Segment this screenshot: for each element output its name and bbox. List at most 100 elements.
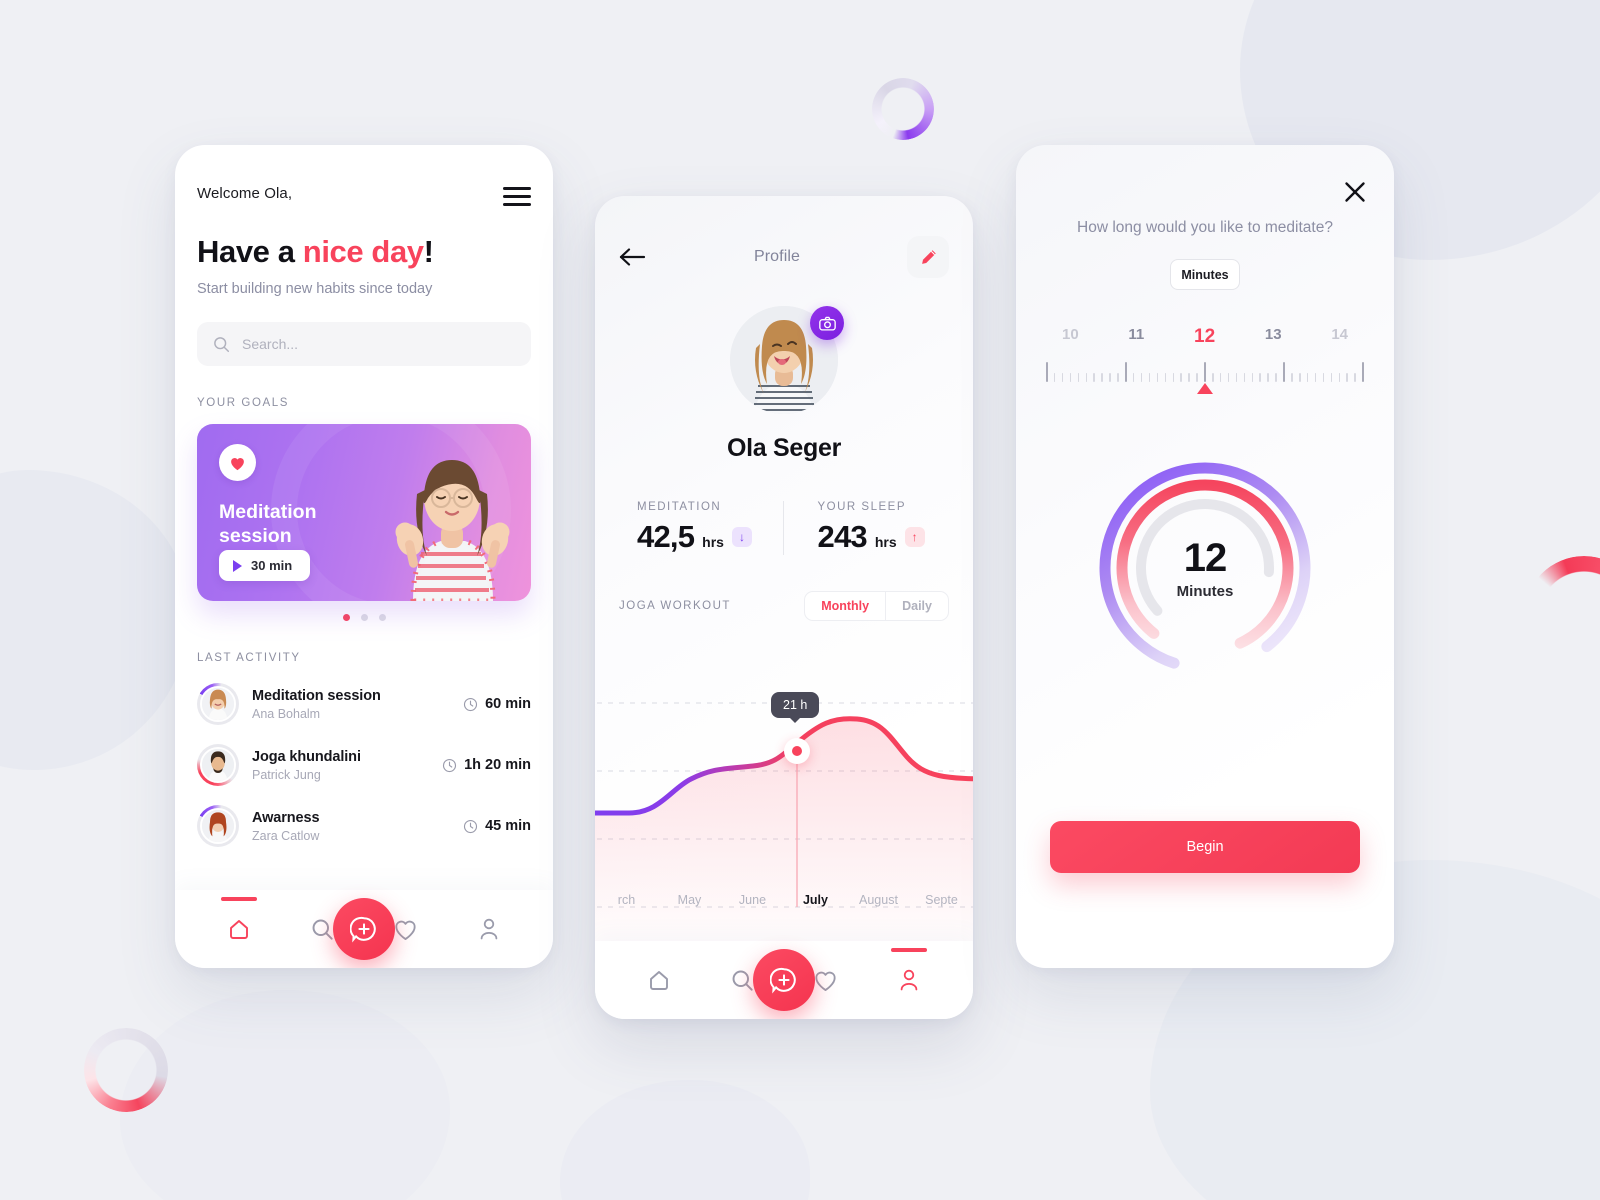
pencil-icon (921, 249, 936, 264)
avatar-photo (200, 686, 236, 722)
ruler-tick (1227, 373, 1230, 382)
ruler-tick (1196, 373, 1198, 382)
avatar-photo (200, 747, 236, 783)
add-button[interactable] (333, 898, 395, 960)
activity-duration: 60 min (463, 696, 531, 712)
period-toggle[interactable]: Monthly Daily (804, 591, 949, 621)
trend-down-icon: ↓ (731, 527, 752, 547)
ruler-number-11[interactable]: 11 (1128, 326, 1144, 348)
timer-unit: Minutes (1176, 583, 1234, 600)
ruler-tick (1259, 373, 1261, 382)
period-monthly[interactable]: Monthly (805, 592, 885, 620)
phone-screen-timer: How long would you like to meditate? Min… (1016, 145, 1394, 968)
page-title: Have a nice day! (197, 234, 531, 270)
edit-profile-button[interactable] (907, 236, 949, 278)
heart-icon (395, 920, 416, 940)
timer-value: 12 (1183, 536, 1227, 580)
list-item-text: Awarness Zara Catlow (252, 810, 463, 843)
headline-plain: Have a (197, 234, 303, 269)
carousel-dot[interactable] (378, 614, 386, 621)
ruler-tick (1046, 362, 1048, 382)
axis-label-march: rch (617, 893, 636, 907)
ruler-tick (1061, 373, 1064, 382)
list-item[interactable]: Joga khundalini Patrick Jung 1h 20 min (197, 744, 531, 786)
search-input[interactable]: Search... (197, 322, 531, 366)
background-blob (0, 470, 190, 770)
user-name: Ola Seger (726, 434, 842, 462)
ruler-tick (1109, 373, 1111, 382)
ruler-tick (1148, 373, 1151, 382)
nav-item-home[interactable] (216, 897, 262, 952)
search-icon (732, 970, 753, 991)
page-title: Profile (753, 248, 801, 265)
activity-name: Awarness (252, 809, 320, 826)
decorative-ring-red (84, 1028, 168, 1112)
list-item-text: Joga khundalini Patrick Jung (252, 749, 442, 782)
home-icon (229, 920, 248, 939)
ruler-tick (1204, 362, 1206, 382)
ruler-tick (1053, 373, 1056, 382)
decorative-ring-purple (872, 78, 934, 140)
stat-label: MEDITATION (637, 501, 722, 513)
ruler-ticks (1046, 358, 1364, 382)
goal-title-line2: session (219, 524, 292, 547)
avatar-photo (200, 808, 236, 844)
data-point-dot (792, 746, 802, 756)
menu-icon[interactable] (503, 185, 531, 206)
change-photo-button[interactable] (810, 306, 844, 340)
ruler-tick (1219, 373, 1222, 382)
carousel-dot[interactable] (342, 614, 350, 621)
stat-value-row: 243 hrs ↑ (818, 519, 964, 555)
carousel-dots[interactable] (197, 614, 531, 621)
back-arrow-icon[interactable] (619, 247, 647, 267)
stat-unit: hrs (874, 534, 897, 550)
ruler-number-10[interactable]: 10 (1062, 326, 1079, 348)
timer-question: How long would you like to meditate? (1077, 219, 1333, 236)
home-header: Welcome Ola, (197, 185, 531, 206)
goal-duration-button[interactable]: 30 min (219, 550, 311, 581)
ruler-number-13[interactable]: 13 (1265, 326, 1282, 348)
nav-item-home[interactable] (636, 957, 682, 1003)
goal-duration-label: 30 min (251, 558, 293, 573)
page-subtitle: Start building new habits since today (197, 281, 433, 297)
unit-button-minutes[interactable]: Minutes (1170, 259, 1240, 290)
meditating-person-illustration (395, 460, 510, 601)
ruler-tick (1354, 373, 1356, 382)
ruler-number-12-selected[interactable]: 12 (1194, 326, 1215, 348)
close-icon[interactable] (1344, 181, 1366, 203)
headline-end: ! (423, 234, 434, 269)
add-button[interactable] (753, 949, 815, 1011)
section-title-activity: LAST ACTIVITY (197, 652, 301, 664)
ruler-number-14[interactable]: 14 (1331, 326, 1348, 348)
duration-slider[interactable] (1046, 358, 1364, 394)
clock-icon (443, 758, 457, 772)
welcome-text: Welcome Ola, (197, 185, 293, 202)
list-item[interactable]: Awarness Zara Catlow 45 min (197, 805, 531, 847)
add-circle-icon (770, 967, 796, 994)
carousel-dot[interactable] (360, 614, 368, 621)
begin-button[interactable]: Begin (1050, 821, 1360, 873)
activity-name: Joga khundalini (252, 748, 361, 765)
goal-card-meditation[interactable]: Meditation session 30 min (197, 424, 531, 601)
stat-number: 42,5 (637, 519, 695, 554)
ruler-tick (1140, 373, 1143, 382)
chart-tooltip: 21 h (771, 692, 820, 718)
nav-item-profile[interactable] (466, 906, 512, 952)
search-placeholder: Search... (242, 336, 299, 352)
search-icon (214, 336, 230, 352)
nav-item-profile[interactable] (886, 948, 932, 1003)
ruler-tick (1085, 373, 1088, 382)
list-item-text: Meditation session Ana Bohalm (252, 688, 463, 721)
decorative-ring-red-right (1524, 556, 1600, 676)
list-item[interactable]: Meditation session Ana Bohalm 60 min (197, 683, 531, 725)
ruler-tick (1125, 362, 1127, 382)
ruler-tick (1132, 373, 1135, 382)
avatar (730, 306, 844, 414)
period-daily[interactable]: Daily (885, 592, 948, 620)
axis-label-august: August (859, 893, 898, 907)
bottom-navigation (595, 941, 973, 1019)
axis-label-june: June (738, 893, 767, 907)
chart-data-point[interactable] (784, 738, 810, 764)
ruler-tick (1117, 373, 1119, 382)
activity-duration: 45 min (463, 818, 531, 834)
